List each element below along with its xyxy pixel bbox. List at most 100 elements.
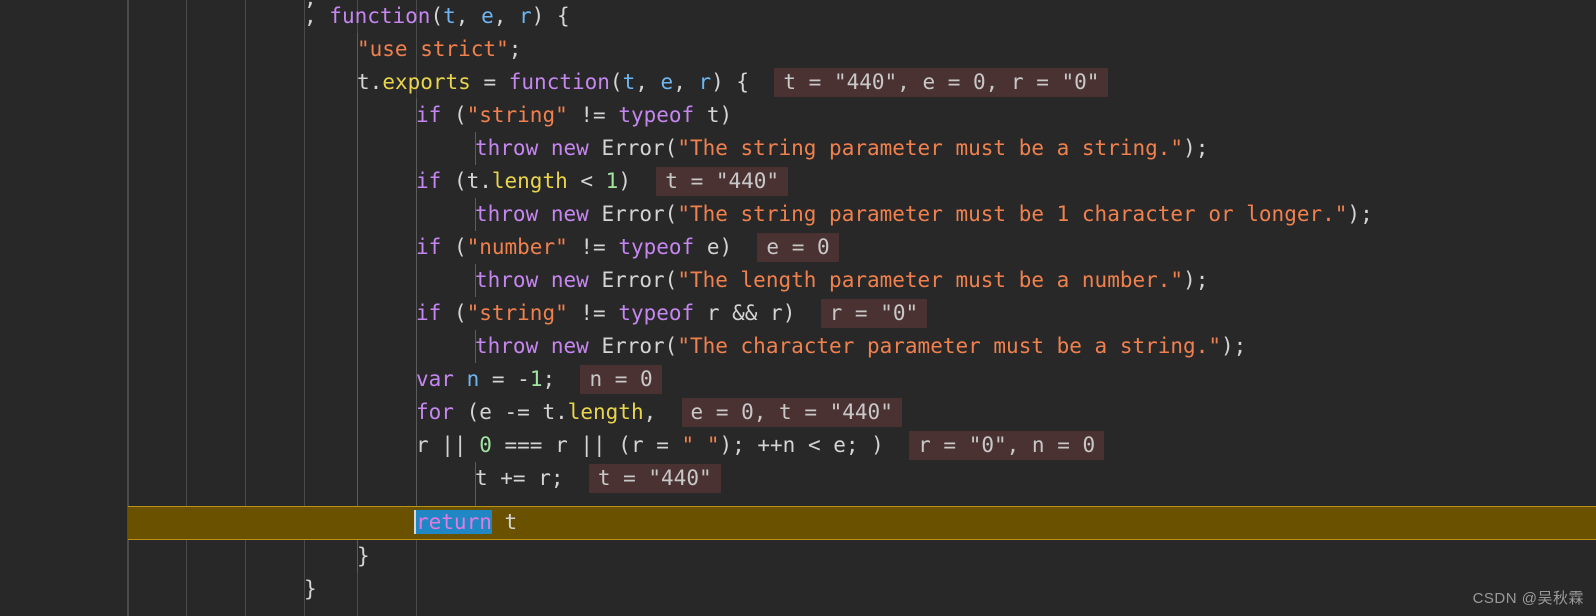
inline-value-gap (732, 235, 757, 259)
code-token: t += r; (475, 466, 564, 490)
code-token: ); (1220, 334, 1247, 358)
code-token: ( (441, 103, 467, 127)
code-token: typeof (618, 235, 695, 259)
code-line[interactable]: t.exports = function(t, e, r) { t = "440… (0, 66, 1109, 99)
code-token: , (673, 70, 699, 94)
code-token: (e -= t. (453, 400, 568, 424)
code-token: (t. (441, 169, 492, 193)
code-token: throw (475, 334, 539, 358)
code-token: ); (1347, 202, 1373, 226)
code-token: "The length parameter must be a number." (677, 268, 1184, 292)
inline-debug-value[interactable]: t = "440" (588, 464, 721, 493)
inline-debug-value[interactable]: r = "0", n = 0 (909, 431, 1105, 460)
code-line[interactable]: t += r; t = "440" (0, 462, 721, 495)
code-token: throw (475, 268, 539, 292)
code-token: ); (1183, 136, 1209, 160)
code-token: if (416, 301, 442, 325)
code-token: "string" (466, 103, 568, 127)
code-line[interactable]: var n = -1; n = 0 (0, 363, 662, 396)
code-token: t (622, 70, 636, 94)
code-token: ( (609, 70, 623, 94)
code-line[interactable]: } (0, 540, 370, 573)
code-line[interactable]: for (e -= t.length, e = 0, t = "440" (0, 396, 902, 429)
code-token: < (567, 169, 606, 193)
inline-debug-value[interactable]: e = 0 (757, 233, 839, 262)
code-token: ); (1183, 268, 1209, 292)
code-token: ) { (531, 4, 570, 28)
code-token: === r || (r = (491, 433, 682, 457)
code-token: new (550, 202, 589, 226)
code-editor[interactable]: ,, function(t, e, r) {"use strict";t.exp… (0, 0, 1596, 616)
code-token: new (550, 136, 589, 160)
code-line[interactable]: "use strict"; (0, 33, 521, 66)
code-line[interactable]: if (t.length < 1) t = "440" (0, 165, 789, 198)
code-line[interactable]: if ("number" != typeof e) e = 0 (0, 231, 839, 264)
code-token: "number" (466, 235, 568, 259)
code-token: t (357, 70, 370, 94)
code-token: throw (475, 202, 539, 226)
code-token: ) (618, 169, 631, 193)
code-token: e (660, 70, 674, 94)
code-token: for (416, 400, 454, 424)
code-line[interactable]: , function(t, e, r) { (0, 0, 570, 33)
code-line[interactable]: throw new Error("The character parameter… (0, 330, 1246, 363)
code-line[interactable]: throw new Error("The length parameter mu… (0, 264, 1208, 297)
code-token: 0 (479, 433, 492, 457)
code-token: , (493, 4, 520, 28)
code-token: r (519, 4, 532, 28)
code-token: if (416, 235, 442, 259)
code-token: typeof (618, 301, 695, 325)
code-content[interactable]: ,, function(t, e, r) {"use strict";t.exp… (0, 0, 1596, 616)
code-token: , (643, 400, 657, 424)
code-token: t (491, 510, 518, 534)
code-line[interactable]: if ("string" != typeof t) (0, 99, 732, 132)
inline-debug-value[interactable]: t = "440", e = 0, r = "0" (774, 68, 1109, 97)
code-token: = (470, 70, 509, 94)
code-line[interactable]: throw new Error("The string parameter mu… (0, 132, 1208, 165)
code-token: ( (441, 235, 467, 259)
inline-debug-value[interactable]: e = 0, t = "440" (681, 398, 902, 427)
code-token: throw (475, 136, 539, 160)
code-token: typeof (618, 103, 695, 127)
code-token: new (550, 334, 589, 358)
code-token: "string" (466, 301, 568, 325)
code-token: ( (430, 4, 444, 28)
code-token: Error( (588, 334, 678, 358)
code-token: n (466, 367, 480, 391)
inline-value-gap (884, 433, 909, 457)
code-token: "The string parameter must be a string." (677, 136, 1184, 160)
code-token: , (455, 4, 482, 28)
code-token: ; (508, 37, 522, 61)
code-line[interactable]: r || 0 === r || (r = " "); ++n < e; ) r … (0, 429, 1105, 462)
code-token: != (567, 235, 619, 259)
code-line[interactable]: throw new Error("The string parameter mu… (0, 198, 1373, 231)
code-token: length (567, 400, 644, 424)
code-token: r || (416, 433, 480, 457)
code-token: exports (382, 70, 471, 94)
code-token: != (567, 301, 619, 325)
inline-value-gap (656, 400, 681, 424)
code-line[interactable]: if ("string" != typeof r && r) r = "0" (0, 297, 928, 330)
code-token: r (698, 70, 712, 94)
code-token: length (491, 169, 568, 193)
inline-debug-value[interactable]: n = 0 (580, 365, 662, 394)
code-token: 1 (605, 169, 619, 193)
code-token: "The character parameter must be a strin… (677, 334, 1221, 358)
inline-debug-value[interactable]: t = "440" (656, 167, 789, 196)
code-token: r && r) (694, 301, 796, 325)
code-token: } (357, 544, 370, 568)
code-token: new (550, 268, 589, 292)
code-token: = - (479, 367, 530, 391)
watermark-label: CSDN @吴秋霖 (1472, 590, 1584, 607)
inline-debug-value[interactable]: r = "0" (820, 299, 928, 328)
inline-value-gap (564, 466, 589, 490)
code-line-current[interactable]: return t (0, 506, 517, 539)
code-token: if (416, 169, 442, 193)
code-token: function (508, 70, 610, 94)
code-token: return (416, 510, 492, 534)
code-line[interactable]: } (0, 573, 317, 606)
code-token: t (443, 4, 456, 28)
inline-value-gap (555, 367, 580, 391)
